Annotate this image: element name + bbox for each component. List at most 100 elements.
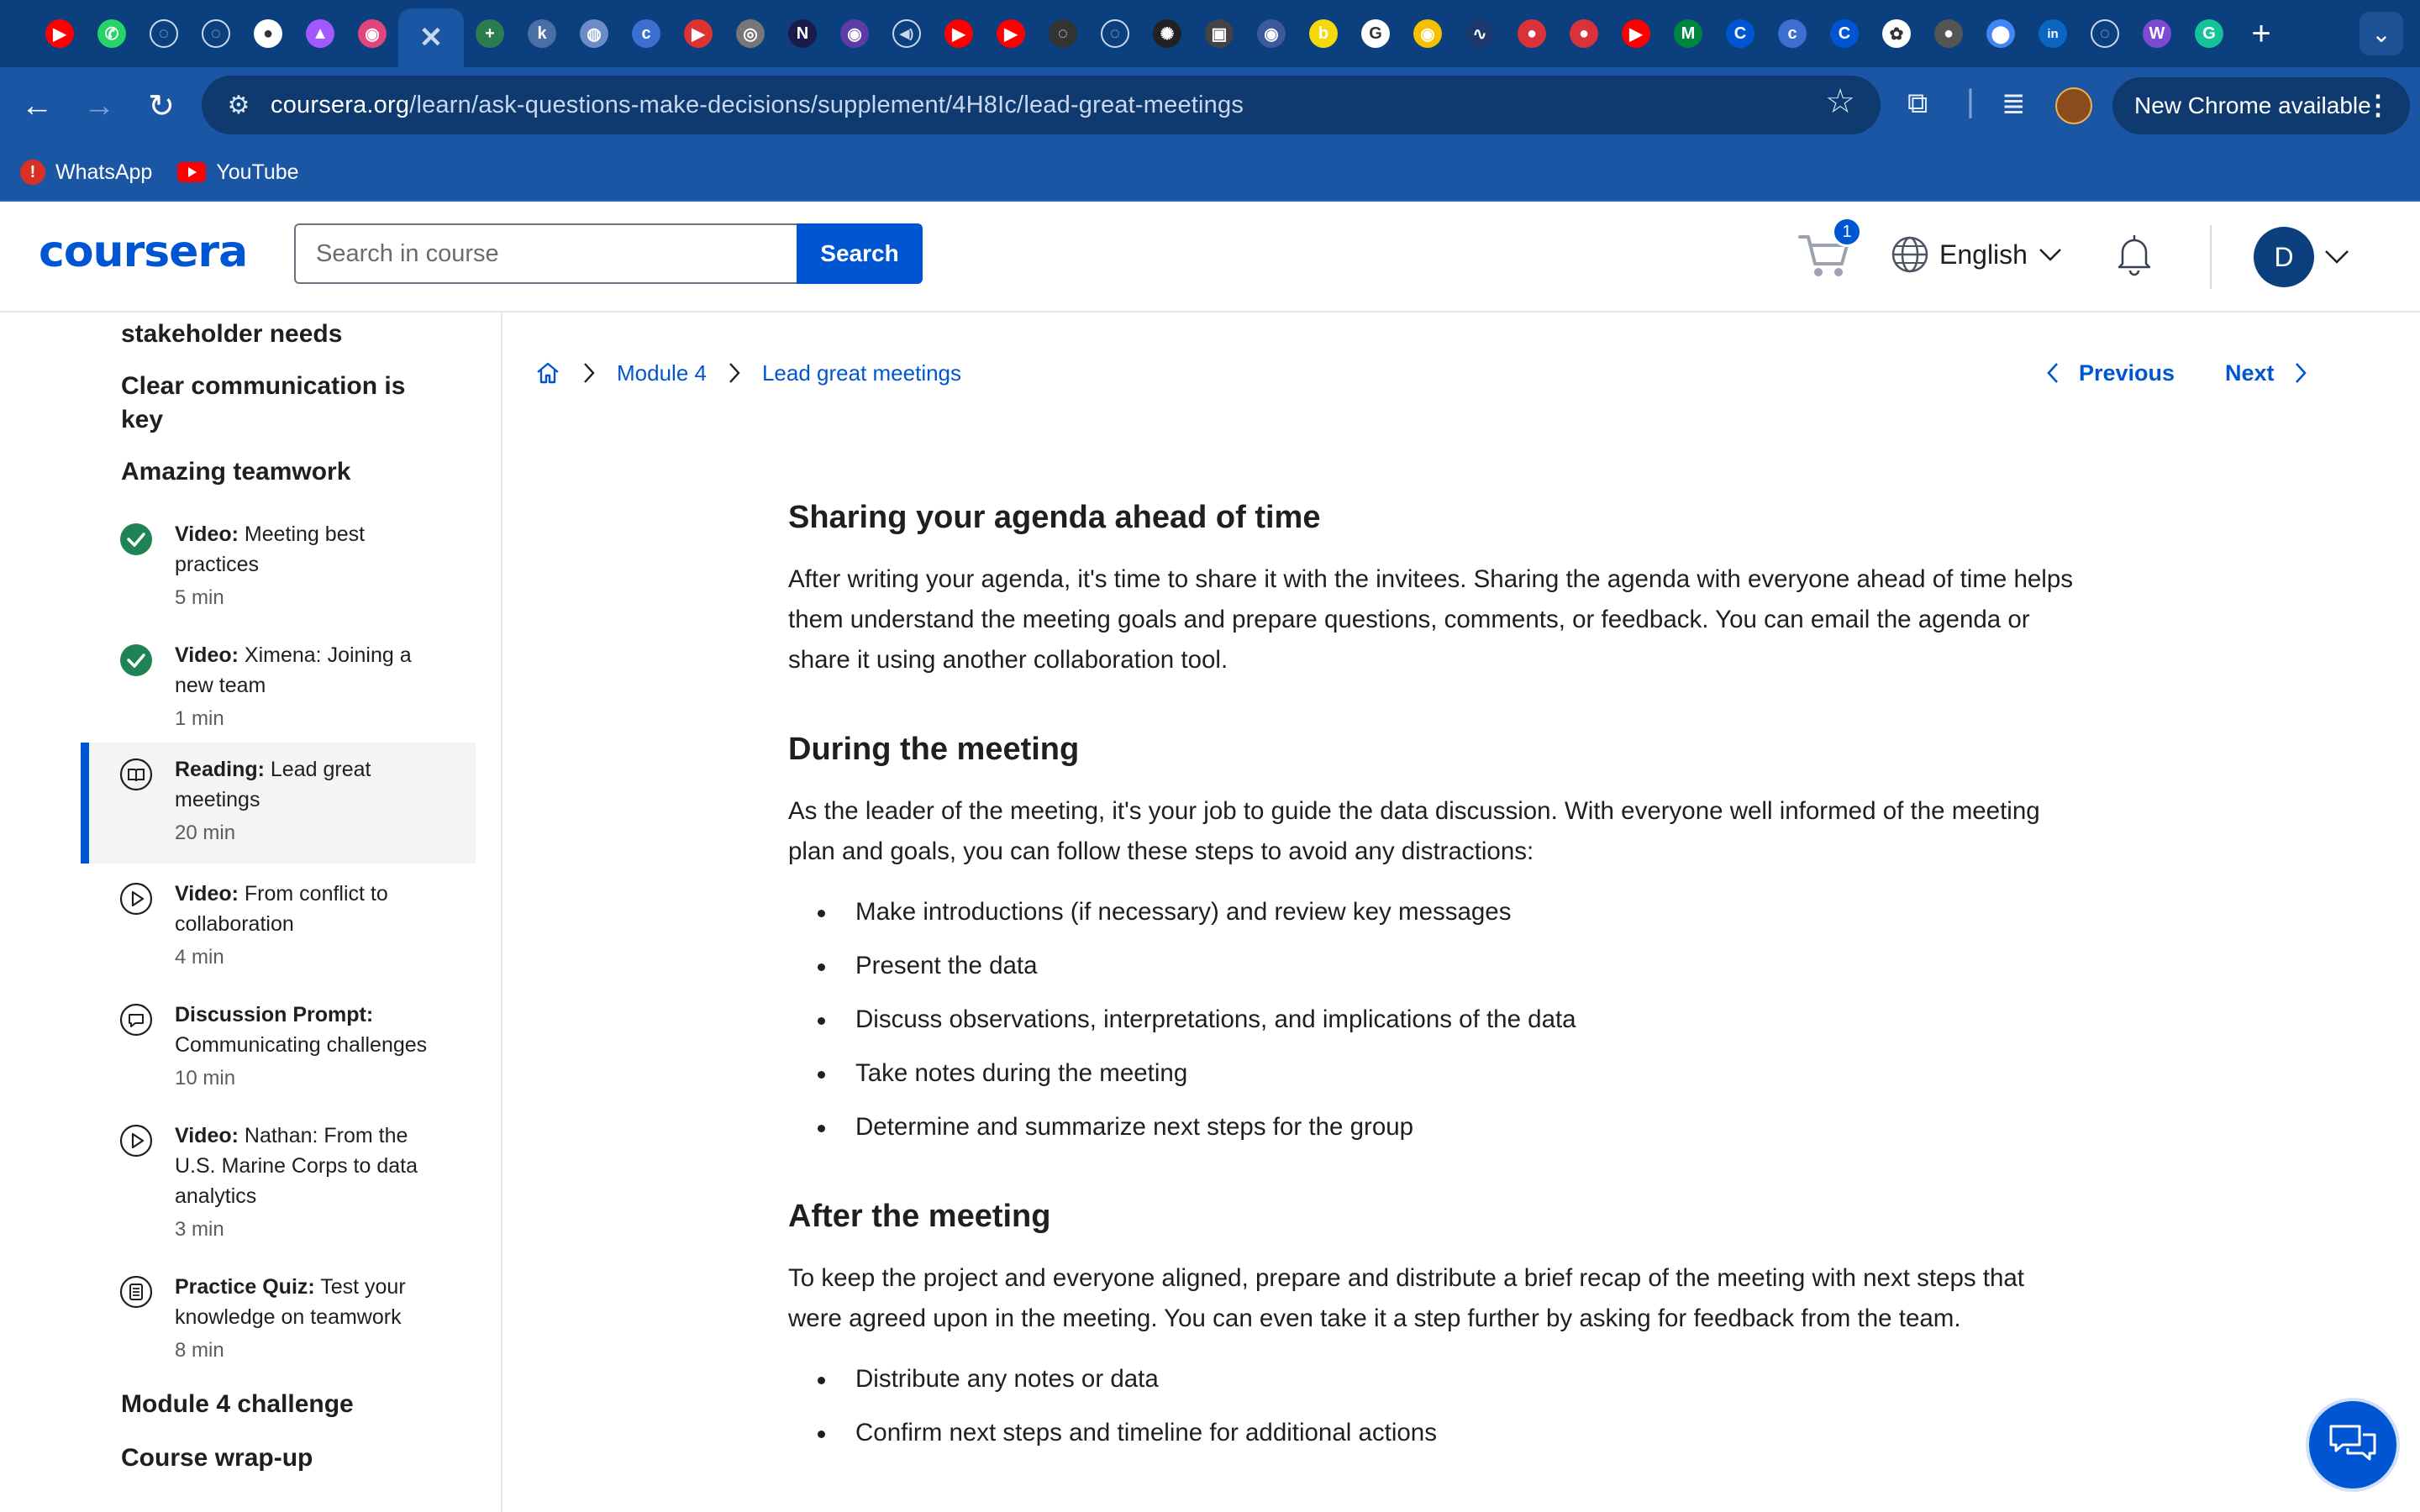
site-info-icon[interactable]: ⚙ (213, 80, 264, 130)
browser-tab[interactable]: C (1714, 8, 1766, 60)
browser-tab[interactable]: ◌ (138, 8, 190, 60)
header-divider (2210, 225, 2212, 289)
search-button[interactable]: Search (797, 223, 923, 284)
reading-list-icon[interactable]: ≣ (2002, 87, 2026, 121)
outline-item-lead-great-meetings[interactable]: Reading: Lead great meetings 20 min (81, 743, 476, 864)
browser-tab[interactable]: G (1349, 8, 1402, 60)
app-icon: ◎ (736, 19, 765, 48)
chevron-down-icon (2039, 249, 2061, 261)
browser-tab[interactable]: ● (1558, 8, 1610, 60)
url-text[interactable]: coursera.org/learn/ask-questions-make-de… (271, 92, 1244, 119)
browser-tab[interactable]: ▶ (672, 8, 724, 60)
breadcrumb-page-link[interactable]: Lead great meetings (762, 360, 961, 386)
browser-tab[interactable]: ● (1506, 8, 1558, 60)
profile-avatar[interactable] (2055, 87, 2092, 124)
coursera-logo[interactable]: coursera (39, 227, 248, 277)
browser-tab[interactable]: ▲ (294, 8, 346, 60)
app-icon: ● (1570, 19, 1598, 48)
close-tab-icon[interactable]: ✕ (417, 22, 445, 54)
section-heading: After the meeting (788, 1199, 1051, 1234)
browser-tab[interactable]: ◉ (829, 8, 881, 60)
browser-tab[interactable]: ◍ (568, 8, 620, 60)
forward-icon[interactable]: → (74, 81, 124, 131)
maps-icon: ⬤ (1986, 19, 2015, 48)
browser-tab[interactable]: b (1297, 8, 1349, 60)
video-play-icon (119, 882, 153, 916)
browser-tab[interactable]: in (2027, 8, 2079, 60)
item-type: Discussion Prompt: (175, 1003, 374, 1026)
more-menu-icon[interactable]: ⋮ (2365, 89, 2391, 121)
home-icon[interactable] (534, 360, 561, 386)
item-duration: 8 min (175, 1339, 224, 1362)
browser-tab[interactable]: ✆ (86, 8, 138, 60)
back-icon[interactable]: ← (12, 81, 62, 131)
app-icon: ◉ (840, 19, 869, 48)
browser-tab[interactable]: ◀) (881, 8, 933, 60)
browser-tab[interactable]: ◌ (2079, 8, 2131, 60)
outline-heading-teamwork[interactable]: Amazing teamwork (121, 455, 440, 489)
address-bar[interactable]: ⚙ coursera.org/learn/ask-questions-make-… (202, 76, 1881, 134)
browser-tab[interactable]: ⬤ (1975, 8, 2027, 60)
next-button[interactable]: Next (2225, 360, 2310, 386)
outline-item-communicating-challenges[interactable]: Discussion Prompt: Communicating challen… (81, 991, 476, 1105)
browser-tab[interactable]: c (1766, 8, 1818, 60)
outline-item-ximena[interactable]: Video: Ximena: Joining a new team 1 min (81, 632, 476, 746)
item-duration: 1 min (175, 707, 224, 730)
outline-heading-course-wrapup[interactable]: Course wrap-up (121, 1441, 440, 1475)
browser-tab[interactable]: ◎ (724, 8, 776, 60)
notification-bell-icon[interactable] (2111, 230, 2158, 277)
reload-icon[interactable]: ↻ (136, 81, 187, 131)
bookmark-youtube[interactable]: YouTube (177, 160, 299, 185)
browser-tab[interactable]: ◉ (346, 8, 398, 60)
browser-tab[interactable]: ◉ (1402, 8, 1454, 60)
tab-search-button[interactable]: ⌄ (2360, 12, 2403, 55)
account-menu-chevron-icon[interactable] (2323, 242, 2351, 270)
browser-tab[interactable]: ● (242, 8, 294, 60)
browser-tab[interactable]: k (516, 8, 568, 60)
browser-tab[interactable]: ✺ (1141, 8, 1193, 60)
browser-tab[interactable]: + (464, 8, 516, 60)
bookmark-star-icon[interactable]: ☆ (1825, 82, 1855, 121)
user-avatar[interactable]: D (2254, 227, 2314, 287)
browser-tab[interactable]: ● (1923, 8, 1975, 60)
chat-assistant-button[interactable] (2306, 1398, 2400, 1492)
grammarly-icon: G (2195, 19, 2223, 48)
course-search-input[interactable] (294, 223, 798, 284)
breadcrumb-module-link[interactable]: Module 4 (617, 360, 707, 386)
app-icon: k (528, 19, 556, 48)
browser-tab[interactable]: ▶ (933, 8, 985, 60)
browser-tab[interactable]: G (2183, 8, 2235, 60)
outline-heading-clear-communication[interactable]: Clear communication is key (121, 370, 440, 437)
outline-heading-stakeholder[interactable]: stakeholder needs (121, 318, 440, 351)
browser-tab[interactable]: ▶ (1610, 8, 1662, 60)
new-tab-button[interactable]: + (2235, 8, 2287, 60)
outline-item-meeting-best-practices[interactable]: Video: Meeting best practices 5 min (81, 511, 476, 625)
chrome-update-button[interactable]: New Chrome available ⋮ (2112, 77, 2410, 134)
google-icon: G (1361, 19, 1390, 48)
browser-tab[interactable]: ◉ (1245, 8, 1297, 60)
outline-item-teamwork-quiz[interactable]: Practice Quiz: Test your knowledge on te… (81, 1263, 476, 1378)
browser-tab[interactable]: ▣ (1193, 8, 1245, 60)
outline-heading-module-challenge[interactable]: Module 4 challenge (121, 1388, 440, 1421)
browser-tab[interactable]: C (1818, 8, 1870, 60)
browser-tab[interactable]: M (1662, 8, 1714, 60)
browser-tab[interactable]: ✿ (1870, 8, 1923, 60)
browser-tab[interactable]: ◌ (1089, 8, 1141, 60)
browser-tab[interactable]: ▶ (34, 8, 86, 60)
outline-item-conflict-to-collaboration[interactable]: Video: From conflict to collaboration 4 m… (81, 870, 476, 984)
browser-tab[interactable]: c (620, 8, 672, 60)
browser-tab[interactable]: N (776, 8, 829, 60)
chrome-update-label: New Chrome available (2134, 92, 2371, 118)
browser-tab[interactable]: W (2131, 8, 2183, 60)
browser-tab[interactable]: ∿ (1454, 8, 1506, 60)
outline-item-nathan[interactable]: Video: Nathan: From the U.S. Marine Corp… (81, 1112, 476, 1257)
previous-button[interactable]: Previous (2044, 360, 2175, 386)
extensions-icon[interactable]: ⧉ (1907, 87, 1928, 120)
language-selector[interactable]: English (1891, 235, 2063, 274)
browser-tab[interactable]: ◌ (1037, 8, 1089, 60)
browser-tab[interactable]: ◌ (190, 8, 242, 60)
browser-tab[interactable]: ✕ (398, 8, 464, 67)
whatsapp-icon: ✆ (97, 19, 126, 48)
bookmark-whatsapp[interactable]: ! WhatsApp (20, 160, 152, 185)
browser-tab[interactable]: ▶ (985, 8, 1037, 60)
